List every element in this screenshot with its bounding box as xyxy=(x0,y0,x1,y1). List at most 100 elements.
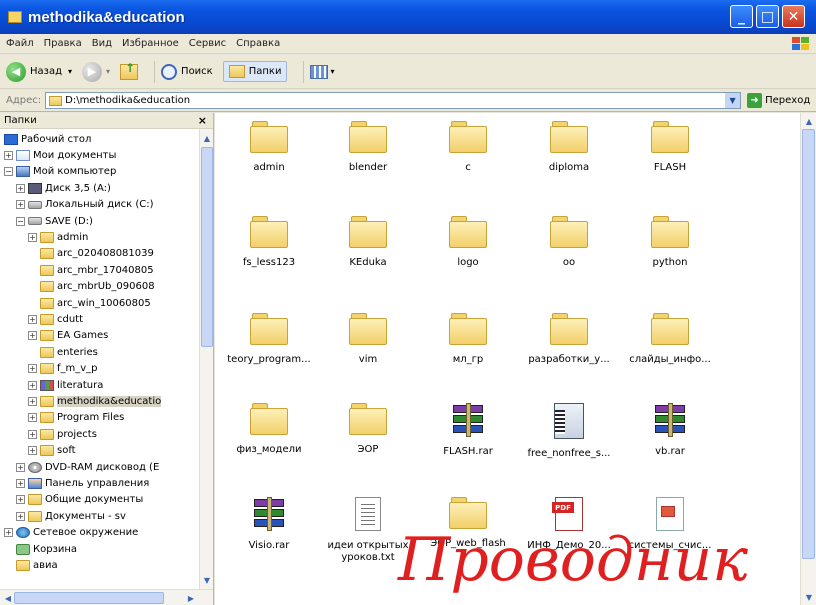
file-item[interactable]: free_nonfree_s... xyxy=(519,403,619,460)
expand-icon[interactable]: + xyxy=(28,380,37,390)
title-bar[interactable]: methodika&education xyxy=(0,0,816,34)
chevron-up-icon[interactable]: ▲ xyxy=(200,131,213,145)
address-input[interactable]: D:\methodika&education ▼ xyxy=(45,92,742,109)
folder-item[interactable]: diploma xyxy=(519,121,619,174)
back-button[interactable]: ◀ Назад ▾ xyxy=(6,61,72,82)
tree-item[interactable]: − Мой компьютер xyxy=(4,164,204,180)
expand-icon[interactable]: + xyxy=(28,314,37,324)
tree-item[interactable]: arc_mbrUb_090608 xyxy=(28,279,213,295)
expand-icon[interactable]: + xyxy=(28,331,37,341)
chevron-down-icon[interactable]: ▾ xyxy=(68,67,72,76)
file-item[interactable]: FLASH.rar xyxy=(418,403,518,458)
scrollbar-thumb[interactable] xyxy=(14,592,164,604)
expand-icon[interactable]: + xyxy=(28,446,37,456)
expand-icon[interactable]: + xyxy=(28,364,37,374)
folder-item[interactable]: logo xyxy=(418,216,518,269)
folder-item[interactable]: слайды_инфо... xyxy=(620,313,720,366)
up-button[interactable]: ↑ xyxy=(120,61,139,80)
folder-item[interactable]: admin xyxy=(219,121,319,174)
tree-item[interactable]: + methodika&educatio xyxy=(28,393,213,409)
collapse-icon[interactable]: − xyxy=(4,167,13,177)
folders-button[interactable]: Папки xyxy=(222,61,288,82)
file-item[interactable]: Visio.rar xyxy=(219,497,319,552)
menu-item-help[interactable]: Справка xyxy=(236,38,280,49)
file-item[interactable]: vb.rar xyxy=(620,403,720,458)
tree-item[interactable]: + f_m_v_p xyxy=(28,361,213,377)
expand-icon[interactable]: + xyxy=(16,495,25,505)
folder-item[interactable]: разработки_у... xyxy=(519,313,619,366)
views-button[interactable]: ▾ xyxy=(310,64,334,79)
tree-item[interactable]: + Локальный диск (C:) xyxy=(16,197,213,213)
tree-item[interactable]: + Program Files xyxy=(28,410,213,426)
expand-icon[interactable]: + xyxy=(28,413,37,423)
folder-item[interactable]: FLASH xyxy=(620,121,720,174)
folder-item[interactable]: мл_гр xyxy=(418,313,518,366)
folder-item[interactable]: fs_less123 xyxy=(219,216,319,269)
expand-icon[interactable]: + xyxy=(4,528,13,538)
folder-item[interactable]: oo xyxy=(519,216,619,269)
tree-item[interactable]: + Общие документы xyxy=(16,492,213,508)
expand-icon[interactable]: + xyxy=(16,462,25,472)
expand-icon[interactable]: + xyxy=(28,429,37,439)
tree-item[interactable]: arc_win_10060805 xyxy=(28,295,213,311)
folder-item[interactable]: c xyxy=(418,121,518,174)
tree-item[interactable]: Рабочий стол xyxy=(4,131,204,147)
tree-item[interactable]: + cdutt xyxy=(28,311,213,327)
close-button[interactable]: ✕ xyxy=(782,5,805,28)
folders-pane-hscrollbar[interactable]: ◀ ▶ xyxy=(0,589,213,605)
chevron-down-icon[interactable]: ▼ xyxy=(802,590,816,604)
folder-item[interactable]: vim xyxy=(318,313,418,366)
tree-item[interactable]: arc_mbr_17040805 xyxy=(28,262,213,278)
tree-item[interactable]: − SAVE (D:) xyxy=(16,213,213,229)
chevron-left-icon[interactable]: ◀ xyxy=(1,591,15,605)
minimize-button[interactable]: _ xyxy=(730,5,753,28)
go-button[interactable]: ➜ Переход xyxy=(747,93,810,108)
tree-item[interactable]: + DVD-RAM дисковод (E xyxy=(16,459,213,475)
tree-item[interactable]: + admin xyxy=(28,229,213,245)
scrollbar-thumb[interactable] xyxy=(802,129,815,559)
tree-item[interactable]: Корзина xyxy=(4,541,204,557)
menu-item-tools[interactable]: Сервис xyxy=(189,38,226,49)
folder-item[interactable]: KEduka xyxy=(318,216,418,269)
tree-item[interactable]: + Мои документы xyxy=(4,147,204,163)
expand-icon[interactable]: + xyxy=(28,232,37,242)
collapse-icon[interactable]: − xyxy=(16,216,25,226)
expand-icon[interactable]: + xyxy=(16,511,25,521)
close-icon[interactable]: × xyxy=(198,114,207,127)
folder-item[interactable]: ЭОР xyxy=(318,403,418,456)
search-button[interactable]: Поиск xyxy=(161,63,213,80)
menu-item-favorites[interactable]: Избранное xyxy=(122,38,179,49)
menu-item-view[interactable]: Вид xyxy=(92,38,112,49)
tree-item[interactable]: + Диск 3,5 (A:) xyxy=(16,180,213,196)
maximize-button[interactable]: □ xyxy=(756,5,779,28)
menu-item-edit[interactable]: Правка xyxy=(44,38,82,49)
expand-icon[interactable]: + xyxy=(16,478,25,488)
tree-item[interactable]: enteries xyxy=(28,344,213,360)
chevron-down-icon[interactable]: ▾ xyxy=(106,67,110,76)
forward-button[interactable]: ▶ ▾ xyxy=(82,61,110,82)
folders-pane-scrollbar[interactable]: ▲ ▼ xyxy=(199,129,213,589)
tree-item[interactable]: + Документы - sv xyxy=(16,508,213,524)
menu-item-file[interactable]: Файл xyxy=(6,38,34,49)
expand-icon[interactable]: + xyxy=(28,396,37,406)
folder-item[interactable]: teory_program... xyxy=(219,313,319,366)
folder-item[interactable]: blender xyxy=(318,121,418,174)
expand-icon[interactable]: + xyxy=(16,200,25,210)
tree-item[interactable]: arc_020408081039 xyxy=(28,246,213,262)
tree-item[interactable]: + soft xyxy=(28,443,213,459)
chevron-down-icon[interactable]: ▼ xyxy=(725,93,741,108)
scrollbar-thumb[interactable] xyxy=(201,147,213,347)
tree-item[interactable]: + Сетевое окружение xyxy=(4,525,204,541)
tree-item[interactable]: авиа xyxy=(4,557,204,573)
expand-icon[interactable]: + xyxy=(16,183,25,193)
tree-item[interactable]: + Панель управления xyxy=(16,475,213,491)
folder-item[interactable]: физ_модели xyxy=(219,403,319,456)
folder-item[interactable]: python xyxy=(620,216,720,269)
tree-item[interactable]: + EA Games xyxy=(28,328,213,344)
expand-icon[interactable]: + xyxy=(4,150,13,160)
chevron-down-icon[interactable]: ▼ xyxy=(200,573,213,587)
file-list-scrollbar[interactable]: ▲ ▼ xyxy=(800,113,816,605)
tree-item[interactable]: + projects xyxy=(28,426,213,442)
tree-item[interactable]: + literatura xyxy=(28,377,213,393)
chevron-right-icon[interactable]: ▶ xyxy=(184,591,198,605)
